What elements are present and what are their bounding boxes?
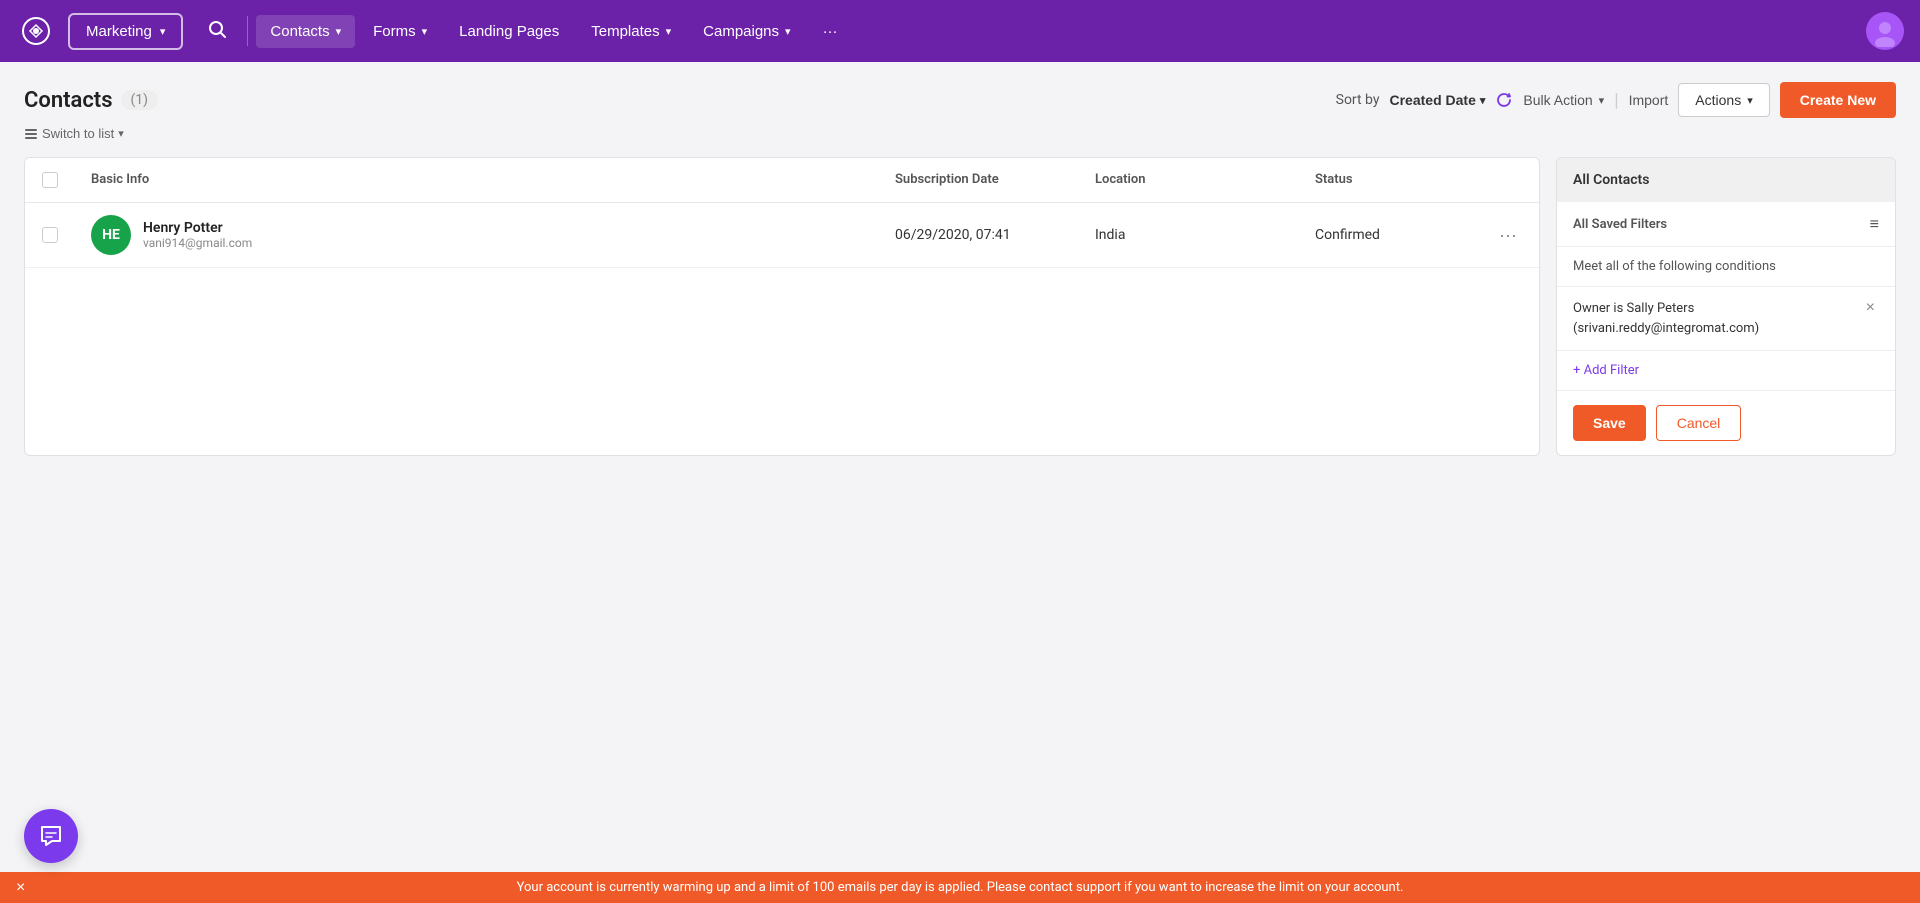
bulk-action-button[interactable]: Bulk Action ▾ <box>1523 92 1604 108</box>
contact-subscription-date: 06/29/2020, 07:41 <box>879 227 1079 243</box>
nav-landing-label: Landing Pages <box>459 23 559 40</box>
table-row: HE Henry Potter vani914@gmail.com 06/29/… <box>25 203 1539 268</box>
actions-label: Actions <box>1695 92 1741 108</box>
create-new-button[interactable]: Create New <box>1780 82 1896 118</box>
add-filter-label: + Add Filter <box>1573 363 1639 378</box>
separator: | <box>1614 90 1618 111</box>
contacts-table: Basic Info Subscription Date Location St… <box>24 157 1540 456</box>
contact-status: Confirmed <box>1299 227 1479 243</box>
filter-condition: Owner is Sally Peters (srivani.reddy@int… <box>1557 287 1895 351</box>
banner-text: Your account is currently warming up and… <box>517 880 1404 895</box>
close-banner-button[interactable]: × <box>16 879 25 897</box>
table-header: Basic Info Subscription Date Location St… <box>25 158 1539 203</box>
save-filter-button[interactable]: Save <box>1573 405 1646 441</box>
contact-location: India <box>1079 227 1299 243</box>
filter-saved-row: All Saved Filters ≡ <box>1557 202 1895 247</box>
page-title-group: Contacts (1) <box>24 88 158 113</box>
bulk-action-chevron-icon: ▾ <box>1599 94 1605 107</box>
nav-item-templates[interactable]: Templates ▾ <box>577 15 685 48</box>
marketing-label: Marketing <box>86 23 152 40</box>
logo <box>16 11 56 51</box>
contact-name[interactable]: Henry Potter <box>143 220 252 236</box>
bulk-action-label: Bulk Action <box>1523 92 1592 108</box>
main-layout: Basic Info Subscription Date Location St… <box>24 157 1896 456</box>
contacts-chevron-icon: ▾ <box>336 25 342 38</box>
th-subscription-date: Subscription Date <box>879 172 1079 188</box>
contact-basic-info: HE Henry Potter vani914@gmail.com <box>75 215 879 255</box>
switch-chevron-icon: ▾ <box>118 127 124 140</box>
nav-forms-label: Forms <box>373 23 416 40</box>
row-checkbox-cell <box>25 227 75 243</box>
sort-value: Created Date <box>1389 92 1475 108</box>
contacts-count: (1) <box>121 90 159 110</box>
page-title: Contacts <box>24 88 113 113</box>
nav-item-landing-pages[interactable]: Landing Pages <box>445 15 573 48</box>
nav-divider <box>247 16 248 46</box>
contact-more-actions: ··· <box>1479 221 1539 250</box>
templates-chevron-icon: ▾ <box>666 25 672 38</box>
add-filter-row[interactable]: + Add Filter <box>1557 351 1895 391</box>
actions-chevron-icon: ▾ <box>1747 94 1753 107</box>
filter-condition-content: Owner is Sally Peters (srivani.reddy@int… <box>1573 299 1759 338</box>
contact-avatar: HE <box>91 215 131 255</box>
th-location: Location <box>1079 172 1299 188</box>
user-avatar[interactable] <box>1866 12 1904 50</box>
actions-button[interactable]: Actions ▾ <box>1678 83 1769 117</box>
saved-filters-label: All Saved Filters <box>1573 217 1667 232</box>
select-all-checkbox[interactable] <box>42 172 58 188</box>
page-wrapper: Contacts (1) Sort by Created Date ▾ Bulk… <box>0 62 1920 476</box>
nav-item-more[interactable]: ··· <box>809 15 852 48</box>
filter-condition-sub: (srivani.reddy@integromat.com) <box>1573 319 1759 339</box>
filter-panel-title: All Contacts <box>1557 158 1895 202</box>
search-button[interactable] <box>195 11 239 52</box>
marketing-chevron-icon: ▾ <box>160 25 166 38</box>
import-button[interactable]: Import <box>1629 92 1669 108</box>
switch-row: Switch to list ▾ <box>24 126 1896 141</box>
nav-contacts-label: Contacts <box>270 23 329 40</box>
marketing-dropdown-button[interactable]: Marketing ▾ <box>68 13 183 50</box>
page-header: Contacts (1) Sort by Created Date ▾ Bulk… <box>24 82 1896 118</box>
filter-icon: ≡ <box>1870 214 1879 234</box>
sort-by-label: Sort by <box>1336 92 1380 108</box>
nav-templates-label: Templates <box>591 23 659 40</box>
contact-initials: HE <box>102 227 120 243</box>
contact-cell: HE Henry Potter vani914@gmail.com <box>91 215 863 255</box>
th-actions <box>1479 172 1539 188</box>
contact-email: vani914@gmail.com <box>143 236 252 250</box>
switch-list-label: Switch to list <box>42 126 114 141</box>
header-checkbox-cell <box>25 172 75 188</box>
nav-item-forms[interactable]: Forms ▾ <box>359 15 441 48</box>
top-navigation: Marketing ▾ Contacts ▾ Forms ▾ Landing P… <box>0 0 1920 62</box>
contact-details: Henry Potter vani914@gmail.com <box>143 220 252 250</box>
header-right: Sort by Created Date ▾ Bulk Action ▾ | I… <box>1336 82 1896 118</box>
close-icon: × <box>16 879 25 896</box>
forms-chevron-icon: ▾ <box>422 25 428 38</box>
th-status: Status <box>1299 172 1479 188</box>
cancel-filter-button[interactable]: Cancel <box>1656 405 1742 441</box>
refresh-button[interactable] <box>1495 91 1513 109</box>
nav-item-contacts[interactable]: Contacts ▾ <box>256 15 355 48</box>
contact-more-button[interactable]: ··· <box>1495 221 1521 250</box>
sort-chevron-icon: ▾ <box>1480 94 1486 107</box>
filter-remove-button[interactable]: × <box>1862 299 1879 317</box>
chat-widget[interactable] <box>24 809 78 863</box>
bottom-banner: × Your account is currently warming up a… <box>0 872 1920 903</box>
save-label: Save <box>1593 415 1626 431</box>
filter-condition-label: Owner is Sally Peters <box>1573 299 1759 319</box>
filter-panel: All Contacts All Saved Filters ≡ Meet al… <box>1556 157 1896 456</box>
import-label: Import <box>1629 92 1669 108</box>
create-new-label: Create New <box>1800 92 1876 108</box>
nav-campaigns-label: Campaigns <box>703 23 779 40</box>
nav-item-campaigns[interactable]: Campaigns ▾ <box>689 15 804 48</box>
filter-actions: Save Cancel <box>1557 391 1895 455</box>
cancel-label: Cancel <box>1677 415 1721 431</box>
th-basic-info: Basic Info <box>75 172 879 188</box>
sort-dropdown[interactable]: Created Date ▾ <box>1389 92 1485 108</box>
row-checkbox[interactable] <box>42 227 58 243</box>
campaigns-chevron-icon: ▾ <box>785 25 791 38</box>
nav-more-label: ··· <box>823 23 838 40</box>
switch-to-list-button[interactable]: Switch to list ▾ <box>24 126 124 141</box>
filter-meet-text: Meet all of the following conditions <box>1557 247 1895 287</box>
